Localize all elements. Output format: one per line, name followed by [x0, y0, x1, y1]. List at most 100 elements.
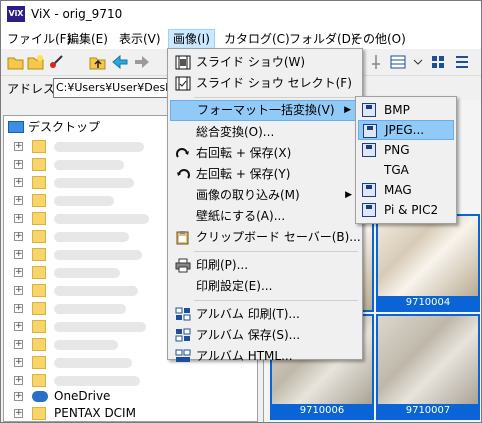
menu-label: アルバム 印刷(T)...: [196, 307, 300, 321]
menu-item-rotate-right-save[interactable]: 右回転 + 保存(X): [170, 143, 360, 164]
album-html-icon: [175, 349, 191, 362]
folder-icon: [32, 140, 46, 153]
folder-icon: [32, 320, 46, 333]
submenu-item-mag[interactable]: MAG: [358, 180, 454, 200]
menu-label: 左回転 + 保存(Y): [196, 167, 291, 181]
thumbnail-9710004[interactable]: 9710004: [376, 214, 480, 312]
clipboard-icon: [176, 231, 189, 245]
menu-edit[interactable]: 編集(E): [63, 29, 112, 49]
list-view-icon[interactable]: [453, 53, 471, 71]
tree-root-desktop[interactable]: デスクトップ: [8, 118, 100, 136]
address-label: アドレス: [7, 82, 56, 96]
menu-label: アルバム 保存(S)...: [196, 328, 301, 342]
submenu-label: MAG: [384, 183, 412, 197]
expand-icon[interactable]: +: [14, 214, 23, 223]
expand-icon[interactable]: +: [14, 286, 23, 295]
view-mode-icon[interactable]: [389, 53, 407, 71]
expand-icon[interactable]: +: [14, 340, 23, 349]
new-folder-icon[interactable]: [27, 53, 45, 71]
image-menu-dropdown: スライド ショウ(W) スライド ショウ セレクト(F) フォーマット一括変換(…: [167, 48, 363, 363]
menu-image[interactable]: 画像(I): [168, 29, 215, 49]
redacted-label: [54, 304, 126, 314]
app-icon: ViX: [7, 6, 25, 22]
folder-icon: [32, 338, 46, 351]
expand-icon[interactable]: +: [14, 268, 23, 277]
expand-icon[interactable]: +: [14, 376, 23, 385]
app-window: ViX ViX - orig_9710 ファイル(F) 編集(E) 表示(V) …: [0, 0, 482, 423]
thumbnail-9710007[interactable]: 9710007: [376, 314, 480, 420]
expand-icon[interactable]: +: [14, 232, 23, 241]
grid-view-icon[interactable]: [429, 53, 447, 71]
submenu-label: PNG: [384, 143, 410, 157]
menu-label: 印刷設定(E)...: [196, 279, 273, 293]
submenu-arrow-icon: ▶: [344, 105, 351, 115]
menu-label: 印刷(P)...: [196, 258, 249, 272]
expand-icon[interactable]: +: [14, 304, 23, 313]
submenu-item-jpeg[interactable]: JPEG...: [358, 120, 454, 140]
submenu-item-tga[interactable]: TGA: [358, 160, 454, 180]
menu-item-slideshow-select[interactable]: スライド ショウ セレクト(F): [170, 73, 360, 94]
folder-icon: [32, 356, 46, 369]
menu-separator: [194, 97, 358, 98]
chevron-down-icon[interactable]: [409, 53, 427, 71]
pick-icon[interactable]: [47, 53, 65, 71]
expand-icon[interactable]: +: [14, 178, 23, 187]
redacted-label: [54, 340, 118, 350]
redacted-label: [54, 196, 114, 206]
open-folder-icon[interactable]: [7, 53, 25, 71]
menu-item-album-html[interactable]: アルバム HTML...: [170, 346, 360, 367]
menu-view[interactable]: 表示(V): [115, 29, 165, 49]
folder-icon: [32, 266, 46, 279]
redacted-label: [54, 178, 134, 188]
menu-item-general-convert[interactable]: 総合変換(O)...: [170, 122, 360, 143]
expand-icon[interactable]: +: [14, 409, 23, 418]
submenu-item-png[interactable]: PNG: [358, 140, 454, 160]
menu-item-slideshow[interactable]: スライド ショウ(W): [170, 52, 360, 73]
tree-item-pentax[interactable]: + PENTAX DCIM: [14, 405, 254, 421]
album-print-icon: [175, 307, 191, 321]
menu-item-clipboard-saver[interactable]: クリップボード セーバー(B)...: [170, 227, 361, 248]
menu-item-rotate-left-save[interactable]: 左回転 + 保存(Y): [170, 164, 360, 185]
floppy-icon: [362, 183, 376, 197]
menu-item-album-save[interactable]: アルバム 保存(S)...: [170, 325, 360, 346]
menu-other[interactable]: その他(O): [347, 29, 410, 49]
floppy-icon: [362, 103, 376, 117]
pin-icon[interactable]: [367, 53, 385, 71]
menu-label: 画像の取り込み(M): [196, 188, 300, 202]
submenu-item-pi-pic2[interactable]: Pi & PIC2: [358, 200, 454, 220]
expand-icon[interactable]: +: [14, 250, 23, 259]
menu-label: 右回転 + 保存(X): [196, 146, 292, 160]
menu-item-batch-convert[interactable]: フォーマット一括変換(V) ▶: [170, 100, 360, 121]
expand-icon[interactable]: +: [14, 196, 23, 205]
back-arrow-icon[interactable]: [111, 53, 129, 71]
menu-item-print-settings[interactable]: 印刷設定(E)...: [170, 276, 360, 297]
redacted-label: [54, 160, 124, 170]
floppy-icon: [362, 143, 376, 157]
thumbnail-caption: 9710006: [272, 404, 372, 418]
tree-label-onedrive: OneDrive: [54, 389, 111, 403]
expand-icon[interactable]: +: [14, 392, 23, 401]
menu-item-album-print[interactable]: アルバム 印刷(T)...: [170, 304, 360, 325]
address-input[interactable]: C:¥Users¥User¥Deskt: [53, 78, 173, 98]
menu-item-import-image[interactable]: 画像の取り込み(M) ▶: [170, 185, 360, 206]
submenu-label: JPEG...: [385, 123, 425, 137]
tree-root-label: デスクトップ: [28, 120, 101, 134]
expand-icon[interactable]: +: [14, 160, 23, 169]
tree-item-onedrive[interactable]: + OneDrive: [14, 388, 254, 406]
forward-arrow-icon[interactable]: [133, 53, 151, 71]
menu-item-print[interactable]: 印刷(P)...: [170, 255, 360, 276]
menu-label: アルバム HTML...: [196, 349, 293, 363]
menu-catalog[interactable]: カタログ(C): [220, 29, 294, 49]
desktop-icon: [8, 120, 24, 133]
up-folder-icon[interactable]: [89, 53, 107, 71]
menu-item-set-wallpaper[interactable]: 壁紙にする(A)...: [170, 206, 360, 227]
redacted-label: [54, 358, 132, 368]
menu-bar: ファイル(F) 編集(E) 表示(V) 画像(I) カタログ(C) フォルダ(D…: [1, 29, 481, 49]
menu-label: スライド ショウ セレクト(F): [196, 76, 352, 90]
expand-icon[interactable]: +: [14, 142, 23, 151]
submenu-item-bmp[interactable]: BMP: [358, 100, 454, 120]
expand-icon[interactable]: +: [14, 322, 23, 331]
printer-icon: [175, 258, 191, 273]
menu-separator: [194, 251, 358, 252]
expand-icon[interactable]: +: [14, 358, 23, 367]
